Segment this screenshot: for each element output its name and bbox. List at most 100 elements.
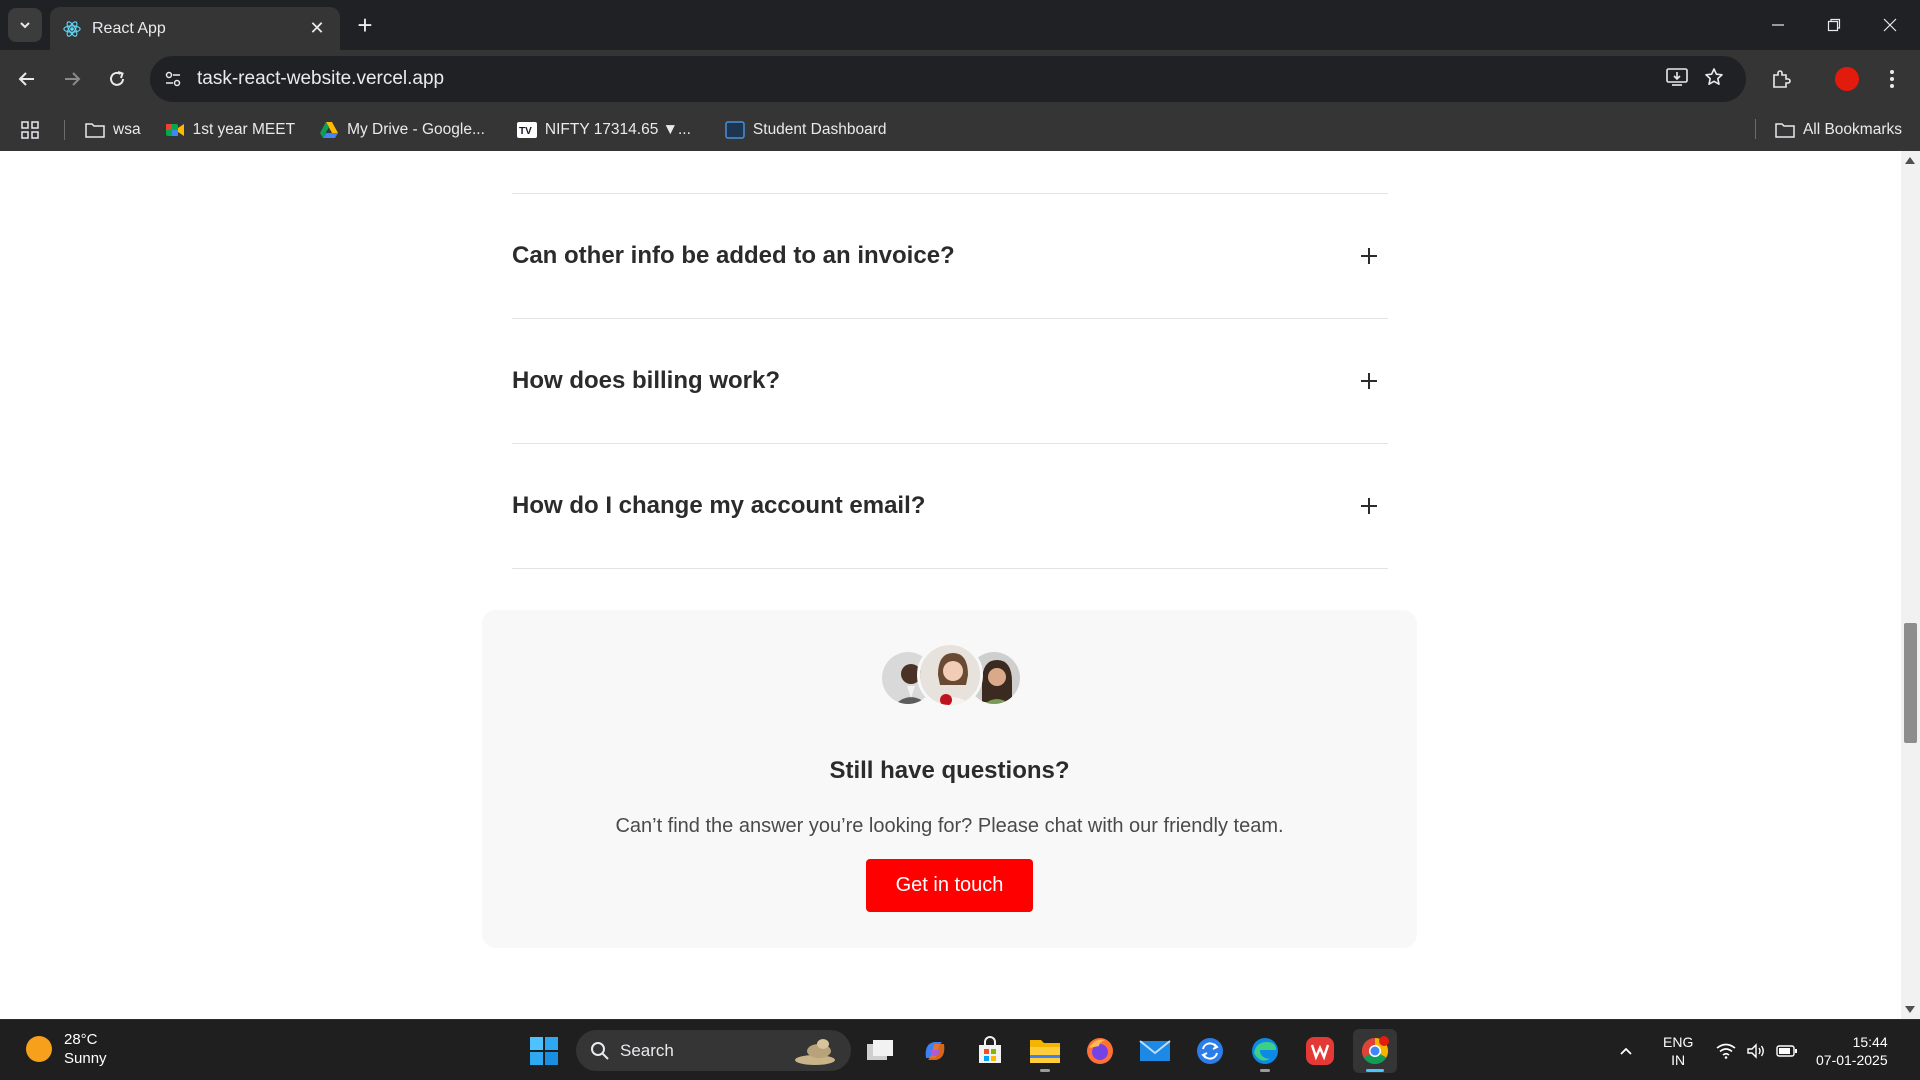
- chrome-app[interactable]: [1353, 1029, 1397, 1073]
- browser-toolbar: task-react-website.vercel.app: [0, 50, 1920, 108]
- install-app-icon[interactable]: [1666, 67, 1688, 92]
- more-vert-icon: [1890, 70, 1894, 88]
- back-button[interactable]: [10, 62, 44, 96]
- restore-button[interactable]: [1806, 0, 1862, 50]
- system-tray-status[interactable]: [1716, 1020, 1798, 1080]
- tab-title: React App: [92, 19, 166, 37]
- svg-text:TV: TV: [519, 126, 532, 137]
- puzzle-icon: [1773, 70, 1791, 88]
- active-indicator: [1366, 1069, 1384, 1072]
- faq-question: Can other info be added to an invoice?: [512, 242, 955, 269]
- faq-item[interactable]: How do I change my account email?: [512, 444, 1388, 568]
- bookmark-label: Student Dashboard: [752, 120, 887, 138]
- site-info-icon[interactable]: [155, 61, 191, 97]
- page-viewport: Can other info be added to an invoice? H…: [0, 151, 1920, 1019]
- minimize-icon: [1772, 24, 1784, 26]
- all-bookmarks-label: All Bookmarks: [1802, 120, 1902, 138]
- show-hidden-icons-button[interactable]: [1618, 1020, 1634, 1080]
- firefox-app[interactable]: [1078, 1029, 1122, 1073]
- wps-office-app[interactable]: [1298, 1029, 1342, 1073]
- mail-app[interactable]: [1133, 1029, 1177, 1073]
- faq-item[interactable]: Can other info be added to an invoice?: [512, 194, 1388, 318]
- plus-icon[interactable]: [1361, 245, 1383, 267]
- chevron-up-icon: [1620, 1047, 1632, 1055]
- windows-logo-icon: [530, 1037, 558, 1065]
- edge-icon: [1252, 1038, 1278, 1064]
- edge-app[interactable]: [1243, 1029, 1287, 1073]
- url-text[interactable]: task-react-website.vercel.app: [197, 68, 1666, 90]
- faq-item[interactable]: How does billing work?: [512, 319, 1388, 443]
- forward-button[interactable]: [55, 62, 89, 96]
- chevron-down-icon: [20, 22, 30, 29]
- bookmark-label: 1st year MEET: [192, 120, 296, 138]
- firefox-icon: [1087, 1038, 1113, 1064]
- faq-question: How do I change my account email?: [512, 492, 926, 519]
- all-bookmarks-button[interactable]: All Bookmarks: [1775, 108, 1902, 151]
- profile-button[interactable]: [1830, 62, 1864, 96]
- faq-divider: [512, 568, 1388, 569]
- contact-card: Still have questions? Can’t find the ans…: [482, 610, 1417, 948]
- volume-icon: [1747, 1042, 1764, 1059]
- task-view-button[interactable]: [858, 1029, 902, 1073]
- running-indicator: [1260, 1069, 1270, 1072]
- bookmarks-divider: [1755, 119, 1756, 139]
- scroll-up-arrow-icon[interactable]: [1905, 157, 1915, 164]
- weather-temp: 28°C: [64, 1031, 98, 1048]
- bookmark-label: NIFTY 17314.65 ▼...: [544, 120, 691, 138]
- file-explorer-app[interactable]: [1023, 1029, 1067, 1073]
- weather-widget[interactable]: 28°C Sunny: [26, 1030, 107, 1068]
- team-avatars: [879, 642, 1023, 708]
- close-tab-icon[interactable]: ✕: [306, 18, 328, 40]
- bookmark-drive[interactable]: My Drive - Google...: [319, 121, 485, 139]
- bookmark-wsa[interactable]: wsa: [85, 121, 141, 139]
- chrome-icon: [1361, 1036, 1389, 1065]
- bookmark-star-icon[interactable]: [1704, 67, 1724, 92]
- extensions-button[interactable]: [1764, 62, 1798, 96]
- get-in-touch-button[interactable]: Get in touch: [866, 859, 1033, 912]
- address-bar[interactable]: task-react-website.vercel.app: [150, 56, 1746, 102]
- language-indicator[interactable]: ENG IN: [1663, 1020, 1693, 1080]
- search-icon: [591, 1041, 609, 1060]
- taskbar-search[interactable]: Search: [576, 1030, 851, 1071]
- store-icon: [979, 1036, 1001, 1063]
- copilot-app[interactable]: [913, 1029, 957, 1073]
- apps-grid-icon: [21, 120, 39, 139]
- sun-icon: [26, 1036, 52, 1062]
- back-arrow-icon: [18, 72, 34, 86]
- wps-icon: [1306, 1037, 1334, 1065]
- sync-app[interactable]: [1188, 1029, 1232, 1073]
- bookmark-meet[interactable]: 1st year MEET: [165, 120, 296, 139]
- folder-icon: [1030, 1040, 1060, 1063]
- lang-top: ENG: [1663, 1033, 1694, 1050]
- close-icon: [1883, 18, 1897, 32]
- store-app[interactable]: [968, 1029, 1012, 1073]
- search-label: Search: [620, 1040, 674, 1060]
- close-window-button[interactable]: [1862, 0, 1918, 50]
- restore-icon: [1827, 18, 1841, 32]
- scroll-down-arrow-icon[interactable]: [1905, 1006, 1915, 1013]
- apps-button[interactable]: [20, 120, 40, 140]
- reload-button[interactable]: [100, 62, 134, 96]
- folder-icon: [85, 121, 105, 139]
- cta-title: Still have questions?: [829, 757, 1070, 784]
- bookmark-label: My Drive - Google...: [347, 120, 485, 138]
- folder-icon: [1775, 121, 1795, 139]
- tab-search-button[interactable]: [8, 8, 42, 42]
- menu-button[interactable]: [1875, 62, 1909, 96]
- wifi-icon: [1716, 1043, 1736, 1059]
- plus-icon[interactable]: [1361, 370, 1383, 392]
- start-button[interactable]: [522, 1029, 566, 1073]
- search-highlight-icon: [795, 1038, 835, 1065]
- clock-time: 15:44: [1852, 1033, 1888, 1050]
- scrollbar-thumb[interactable]: [1904, 623, 1917, 743]
- drive-icon: [319, 121, 339, 139]
- bookmark-student-dashboard[interactable]: Student Dashboard: [725, 121, 887, 139]
- plus-icon[interactable]: [1361, 495, 1383, 517]
- new-tab-button[interactable]: +: [352, 12, 378, 38]
- page-scrollbar[interactable]: [1901, 151, 1920, 1019]
- minimize-button[interactable]: [1750, 0, 1806, 50]
- browser-tab[interactable]: React App ✕: [50, 7, 340, 50]
- bookmark-nifty[interactable]: TV NIFTY 17314.65 ▼...: [516, 120, 691, 139]
- bookmark-label: wsa: [113, 120, 141, 138]
- clock[interactable]: 15:44 07-01-2025: [1816, 1020, 1888, 1080]
